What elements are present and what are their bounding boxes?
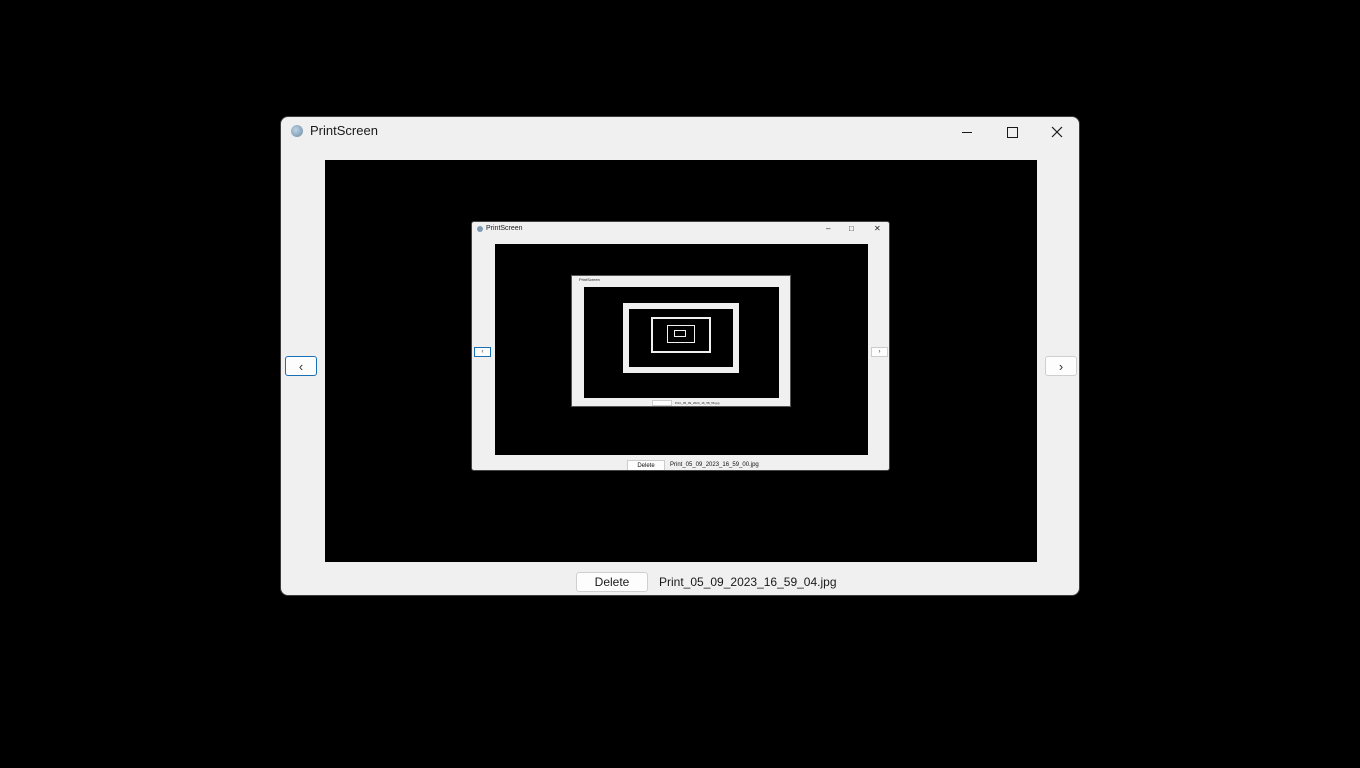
app-icon: [291, 125, 303, 137]
next-image-button[interactable]: ›: [1045, 356, 1077, 376]
chevron-left-icon: ‹: [298, 358, 304, 374]
chevron-left-icon: ‹: [481, 349, 484, 355]
minimize-button[interactable]: [944, 117, 990, 147]
close-button[interactable]: [1034, 117, 1079, 147]
nested-prev-button: ‹: [474, 347, 491, 357]
nested-frame: [651, 317, 711, 353]
minimize-icon: [962, 131, 972, 133]
chevron-right-icon: ›: [1058, 358, 1064, 374]
level2-filename: Print_05_09_2023_16_58_56.jpg: [675, 401, 720, 405]
screenshot-image: PrintScreen – □ ✕ ‹ › PrintScreen Print_…: [471, 221, 890, 471]
title-bar[interactable]: PrintScreen: [281, 117, 1079, 147]
nested-viewer: PrintScreen Print_05_09_2023_16_58_56.jp…: [495, 244, 868, 455]
nested-screenshot-level3: [623, 303, 739, 373]
window-title: PrintScreen: [310, 123, 378, 138]
app-icon: [477, 226, 483, 232]
level2-title: PrintScreen: [579, 277, 600, 282]
image-viewer: PrintScreen – □ ✕ ‹ › PrintScreen Print_…: [325, 160, 1037, 562]
nested-minimize-icon: –: [826, 224, 831, 233]
level2-delete-button: [652, 400, 672, 406]
nested-close-icon: ✕: [874, 224, 881, 233]
nested-delete-button: Delete: [627, 460, 665, 470]
chevron-right-icon: ›: [878, 349, 881, 355]
nested-window-title: PrintScreen: [486, 225, 523, 232]
nested-frame: [667, 325, 695, 343]
level3-viewer: [629, 309, 733, 367]
delete-button[interactable]: Delete: [576, 572, 648, 592]
maximize-icon: [1006, 126, 1018, 138]
level2-viewer: [584, 287, 779, 398]
maximize-button[interactable]: [989, 117, 1035, 147]
nested-screenshot-level2: PrintScreen Print_05_09_2023_16_58_56.jp…: [571, 275, 791, 407]
nested-filename: Print_05_09_2023_16_59_00.jpg: [670, 462, 759, 468]
nested-frame: [674, 330, 686, 337]
current-filename: Print_05_09_2023_16_59_04.jpg: [659, 575, 837, 589]
printscreen-window: PrintScreen ‹ PrintScreen – □ ✕ ‹ › Prin…: [280, 116, 1080, 596]
nested-next-button: ›: [871, 347, 888, 357]
close-icon: [1051, 126, 1063, 138]
previous-image-button[interactable]: ‹: [285, 356, 317, 376]
footer-bar: Delete Print_05_09_2023_16_59_04.jpg: [281, 572, 1079, 594]
nested-maximize-icon: □: [849, 224, 854, 233]
